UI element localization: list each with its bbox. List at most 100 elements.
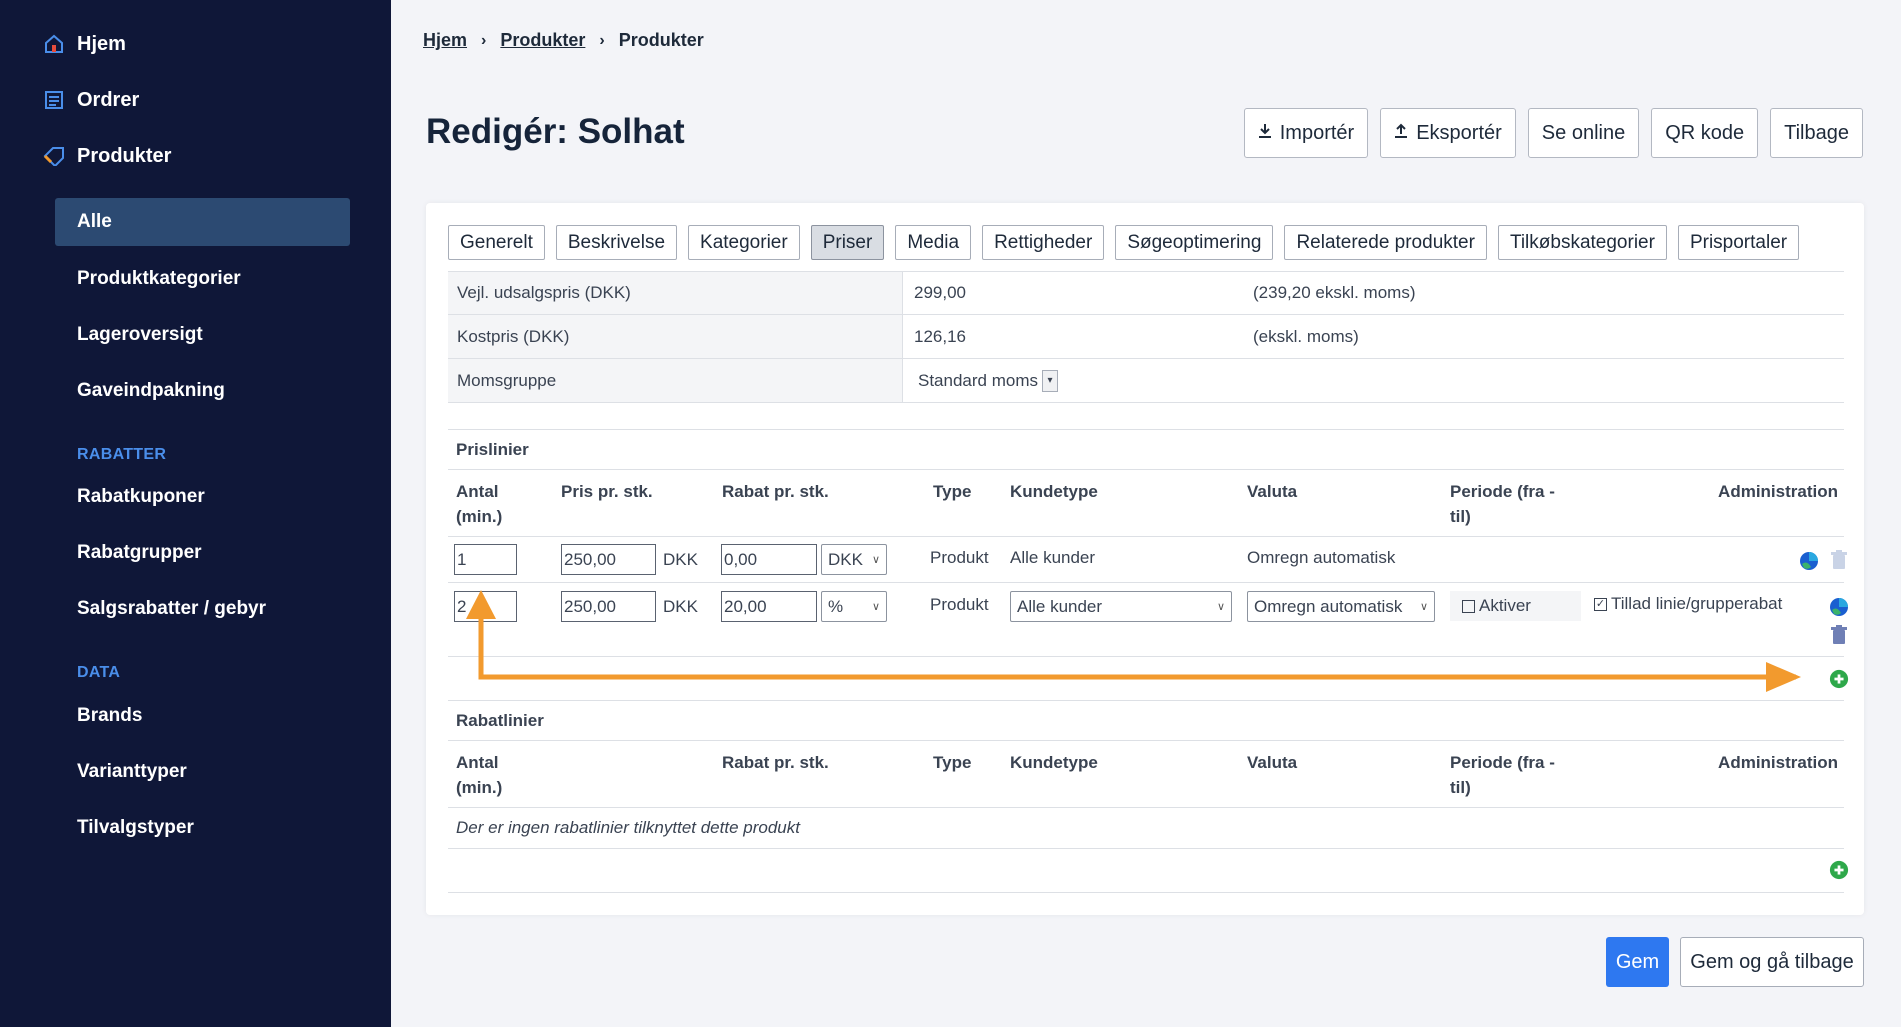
section-label-rabatter: RABATTER — [77, 446, 167, 463]
property-value[interactable]: 299,00 — [903, 283, 1253, 303]
aktiver-period-toggle[interactable]: Aktiver — [1450, 591, 1581, 621]
checkbox-checked-icon: ✓ — [1594, 597, 1607, 611]
tab-tilkoebskategorier[interactable]: Tilkøbskategorier — [1497, 225, 1667, 260]
trash-icon[interactable] — [1829, 625, 1849, 645]
kundetype-text: Alle kunder — [1010, 548, 1096, 567]
rabat-unit-select[interactable]: DKK ∨ — [821, 544, 887, 575]
tab-soegeoptimering[interactable]: Søgeoptimering — [1115, 225, 1274, 260]
view-online-button[interactable]: Se online — [1527, 108, 1640, 158]
col-admin: Administration — [1718, 482, 1838, 501]
property-label: Kostpris (DKK) — [448, 315, 903, 358]
sidebar-item-label: Hjem — [77, 32, 126, 55]
aktiver-label: Aktiver — [1479, 596, 1531, 615]
trash-icon[interactable] — [1829, 550, 1849, 570]
export-label: Eksportér — [1416, 121, 1502, 144]
antal-input[interactable]: 2 — [454, 591, 517, 622]
sidebar-item-lageroversigt[interactable]: Lageroversigt — [55, 311, 350, 359]
rabat-unit-value: % — [828, 596, 844, 616]
table-row: Kostpris (DKK) 126,16 (ekskl. moms) — [448, 315, 1844, 359]
home-icon — [43, 33, 65, 55]
kundetype-select[interactable]: Alle kunder ∨ — [1010, 591, 1232, 622]
breadcrumb-hjem[interactable]: Hjem — [423, 30, 467, 51]
sidebar-item-salgsrabatter[interactable]: Salgsrabatter / gebyr — [55, 585, 350, 633]
property-note: (239,20 ekskl. moms) — [1253, 283, 1416, 302]
section-title: Rabatlinier — [448, 700, 1844, 741]
sidebar-item-produktkategorier[interactable]: Produktkategorier — [55, 255, 350, 303]
prislinier-section: Prislinier Antal (min.) Pris pr. stk. Ra… — [448, 429, 1849, 701]
table-row: 1 250,00 DKK 0,00 DKK ∨ Produkt Alle kun… — [448, 537, 1847, 583]
chevron-down-icon: ▾ — [1042, 369, 1058, 392]
valuta-text: Omregn automatisk — [1247, 548, 1396, 567]
tillad-label: Tillad linie/grupperabat — [1611, 594, 1783, 613]
save-and-back-button[interactable]: Gem og gå tilbage — [1680, 937, 1864, 987]
tab-rettigheder[interactable]: Rettigheder — [982, 225, 1105, 260]
sidebar-item-rabatgrupper[interactable]: Rabatgrupper — [55, 529, 350, 577]
sidebar-item-label: Ordrer — [77, 88, 140, 111]
table-header: Antal (min.) Rabat pr. stk. Type Kundety… — [448, 741, 1844, 808]
tab-priser[interactable]: Priser — [810, 225, 885, 260]
pris-input[interactable]: 250,00 — [561, 544, 656, 575]
table-row: Momsgruppe Standard moms ▾ — [448, 359, 1844, 403]
add-discount-line-button[interactable] — [1829, 860, 1849, 880]
col-admin: Administration — [1718, 753, 1838, 772]
tab-generelt[interactable]: Generelt — [448, 225, 545, 260]
col-type: Type — [933, 482, 972, 501]
sidebar-item-produkter[interactable]: Produkter — [0, 133, 391, 179]
section-label-data: DATA — [77, 664, 121, 681]
table-row: Der er ingen rabatlinier tilknyttet dett… — [448, 808, 1844, 849]
sidebar-item-tilvalgstyper[interactable]: Tilvalgstyper — [55, 804, 350, 852]
export-button[interactable]: Eksportér — [1380, 108, 1516, 158]
type-text: Produkt — [930, 548, 989, 567]
breadcrumb-produkter[interactable]: Produkter — [500, 30, 585, 51]
table-header: Antal (min.) Pris pr. stk. Rabat pr. stk… — [448, 470, 1844, 537]
rabatlinier-section: Rabatlinier Antal (min.) Rabat pr. stk. … — [448, 700, 1849, 893]
rabat-input[interactable]: 0,00 — [721, 544, 817, 575]
section-title: Prislinier — [448, 429, 1844, 470]
save-button[interactable]: Gem — [1606, 937, 1669, 987]
import-button[interactable]: Importér — [1243, 108, 1369, 158]
col-kundetype: Kundetype — [1010, 482, 1098, 501]
col-pris: Pris pr. stk. — [561, 482, 653, 501]
back-button[interactable]: Tilbage — [1770, 108, 1863, 158]
breadcrumb-current: Produkter — [618, 30, 704, 50]
sidebar-item-ordrer[interactable]: Ordrer — [0, 77, 391, 123]
globe-icon[interactable] — [1829, 597, 1849, 617]
qr-code-button[interactable]: QR kode — [1651, 108, 1759, 158]
sidebar-item-varianttyper[interactable]: Varianttyper — [55, 748, 350, 796]
tab-media[interactable]: Media — [895, 225, 972, 260]
col-antal: Antal (min.) — [456, 482, 503, 526]
tab-kategorier[interactable]: Kategorier — [688, 225, 800, 260]
rabat-unit-value: DKK — [828, 549, 863, 569]
globe-icon[interactable] — [1799, 551, 1819, 571]
valuta-select[interactable]: Omregn automatisk ∨ — [1247, 591, 1435, 622]
checkbox-icon — [1462, 599, 1475, 613]
table-row: 2 250,00 DKK 20,00 % ∨ Produkt Alle kund… — [448, 583, 1848, 657]
kundetype-value: Alle kunder — [1017, 596, 1103, 616]
property-note: (ekskl. moms) — [1253, 326, 1359, 346]
empty-state-text: Der er ingen rabatlinier tilknyttet dett… — [456, 818, 800, 837]
pris-input[interactable]: 250,00 — [561, 591, 656, 622]
vat-group-select[interactable]: Standard moms ▾ — [903, 369, 1253, 392]
add-price-line-button[interactable] — [1829, 669, 1849, 689]
sidebar-item-alle[interactable]: Alle — [55, 198, 350, 246]
sidebar-item-brands[interactable]: Brands — [55, 692, 350, 740]
sidebar-item-hjem[interactable]: Hjem — [0, 21, 391, 67]
valuta-value: Omregn automatisk — [1254, 596, 1403, 616]
vat-group-value: Standard moms — [918, 370, 1038, 390]
rabat-input[interactable]: 20,00 — [721, 591, 817, 622]
col-kundetype: Kundetype — [1010, 753, 1098, 772]
tab-prisportaler[interactable]: Prisportaler — [1677, 225, 1800, 260]
tab-relaterede-produkter[interactable]: Relaterede produkter — [1284, 225, 1487, 260]
antal-input[interactable]: 1 — [454, 544, 517, 575]
rabat-unit-select[interactable]: % ∨ — [821, 591, 887, 622]
property-value[interactable]: 126,16 — [903, 327, 1253, 347]
tillad-rabat-checkbox[interactable]: ✓ Tillad linie/grupperabat — [1594, 594, 1782, 614]
sidebar-item-label: Produkter — [77, 144, 172, 167]
sidebar-item-gaveindpakning[interactable]: Gaveindpakning — [55, 367, 350, 415]
add-row — [448, 849, 1849, 893]
tab-beskrivelse[interactable]: Beskrivelse — [555, 225, 678, 260]
add-row — [448, 657, 1849, 701]
chevron-down-icon: ∨ — [1216, 601, 1225, 613]
pris-unit: DKK — [663, 597, 698, 616]
sidebar-item-rabatkuponer[interactable]: Rabatkuponer — [55, 473, 350, 521]
